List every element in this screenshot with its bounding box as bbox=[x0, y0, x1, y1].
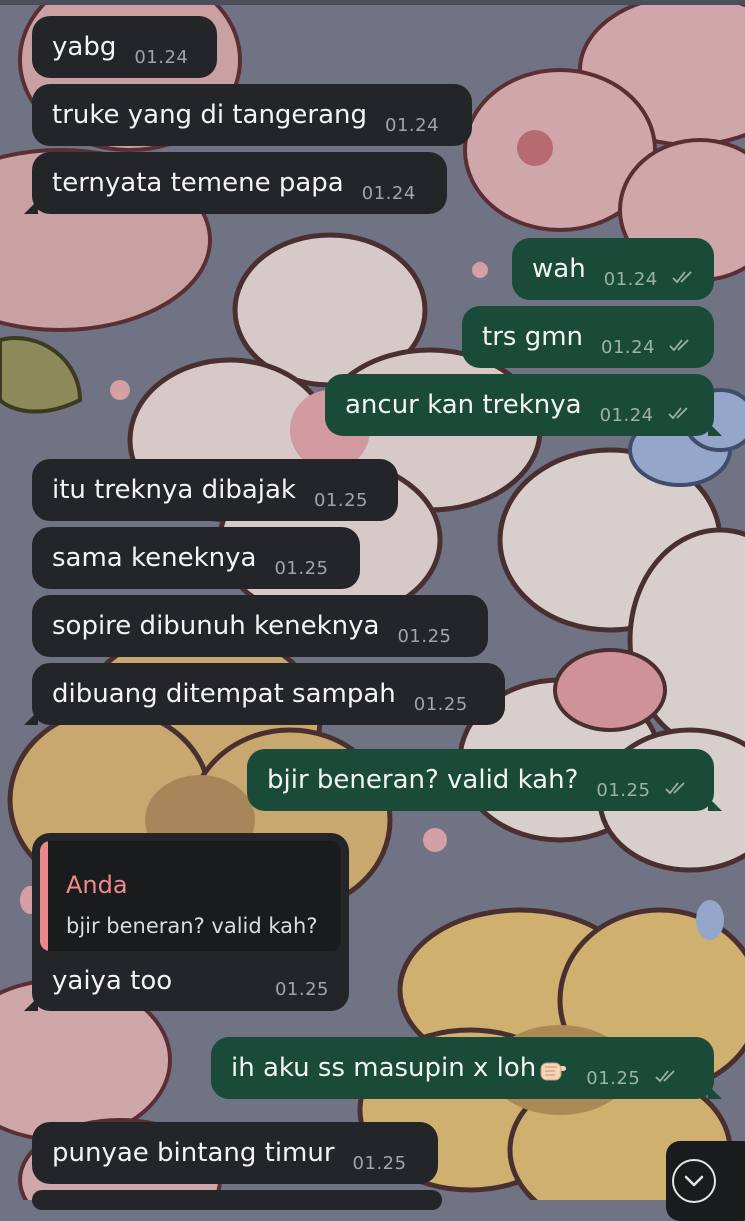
bubble-tail bbox=[708, 422, 722, 436]
message-text: sopire dibunuh keneknya bbox=[52, 611, 380, 641]
message-text: ternyata temene papa bbox=[52, 168, 344, 198]
incoming-message[interactable]: itu treknya dibajak 01.25 bbox=[32, 459, 398, 521]
message-time: 01.25 bbox=[274, 558, 329, 579]
message-text: trs gmn bbox=[482, 322, 584, 352]
pointing-hand-emoji bbox=[540, 1062, 567, 1080]
outgoing-message[interactable]: wah 01.24 bbox=[512, 238, 714, 300]
message-time: 01.24 bbox=[601, 337, 656, 358]
scroll-circle bbox=[672, 1159, 716, 1203]
message-time: 01.24 bbox=[361, 183, 416, 204]
top-divider bbox=[0, 0, 745, 5]
message-text: bjir beneran? valid kah? bbox=[267, 765, 579, 795]
outgoing-message[interactable]: bjir beneran? valid kah? 01.25 bbox=[247, 749, 722, 811]
chevron-down-icon bbox=[684, 1175, 704, 1187]
message-text: dibuang ditempat sampah bbox=[52, 679, 396, 709]
incoming-reply-message[interactable]: Anda bjir beneran? valid kah? yaiya too … bbox=[24, 833, 349, 1011]
message-time: 01.24 bbox=[603, 269, 658, 290]
incoming-message[interactable]: truke yang di tangerang 01.24 bbox=[32, 84, 472, 146]
message-text: ih aku ss masupin x loh bbox=[231, 1053, 537, 1083]
double-check-icon bbox=[654, 1070, 675, 1083]
message-text: truke yang di tangerang bbox=[52, 100, 368, 130]
message-time: 01.24 bbox=[385, 115, 440, 136]
incoming-message[interactable]: ternyata temene papa 01.24 bbox=[24, 152, 447, 214]
message-time: 01.24 bbox=[134, 47, 189, 68]
outgoing-message[interactable]: ih aku ss masupin x loh 01.25 bbox=[211, 1037, 722, 1099]
message-time: 01.25 bbox=[596, 780, 651, 801]
message-text: yabg bbox=[52, 32, 117, 62]
bubble-tail bbox=[24, 997, 38, 1011]
double-check-icon bbox=[665, 782, 685, 795]
incoming-message[interactable]: punyae bintang timur 01.25 bbox=[32, 1122, 438, 1184]
quote-accent-bar bbox=[40, 841, 48, 951]
message-time: 01.25 bbox=[274, 979, 329, 1000]
incoming-message[interactable]: sama keneknya 01.25 bbox=[32, 527, 360, 589]
message-time: 01.25 bbox=[313, 490, 368, 511]
bubble-tail bbox=[24, 711, 38, 725]
message-time: 01.25 bbox=[397, 626, 452, 647]
outgoing-message[interactable]: ancur kan treknya 01.24 bbox=[325, 374, 722, 436]
incoming-message[interactable]: sopire dibunuh keneknya 01.25 bbox=[32, 595, 488, 657]
incoming-message[interactable]: yabg 01.24 bbox=[32, 16, 217, 78]
bubble-tail bbox=[24, 200, 38, 214]
bubble-tail bbox=[708, 1085, 722, 1099]
double-check-icon bbox=[668, 407, 688, 420]
quote-text: bjir beneran? valid kah? bbox=[66, 914, 318, 938]
quoted-message[interactable]: Anda bjir beneran? valid kah? bbox=[40, 841, 341, 951]
double-check-icon bbox=[669, 339, 689, 352]
message-text: wah bbox=[532, 254, 586, 284]
incoming-message-partial[interactable] bbox=[32, 1190, 442, 1210]
message-time: 01.24 bbox=[599, 405, 654, 426]
message-text: punyae bintang timur bbox=[52, 1138, 335, 1168]
message-time: 01.25 bbox=[352, 1153, 407, 1174]
message-time: 01.25 bbox=[413, 694, 468, 715]
outgoing-message[interactable]: trs gmn 01.24 bbox=[462, 306, 714, 368]
double-check-icon bbox=[672, 271, 692, 284]
message-time: 01.25 bbox=[586, 1068, 641, 1089]
message-text: ancur kan treknya bbox=[345, 390, 582, 420]
message-text: sama keneknya bbox=[52, 543, 257, 573]
bubble-tail bbox=[708, 797, 722, 811]
quote-author: Anda bbox=[66, 871, 128, 899]
incoming-message[interactable]: dibuang ditempat sampah 01.25 bbox=[24, 663, 505, 725]
scroll-to-bottom-button[interactable] bbox=[666, 1141, 745, 1221]
message-text: yaiya too bbox=[52, 966, 173, 996]
message-text: itu treknya dibajak bbox=[52, 475, 296, 505]
